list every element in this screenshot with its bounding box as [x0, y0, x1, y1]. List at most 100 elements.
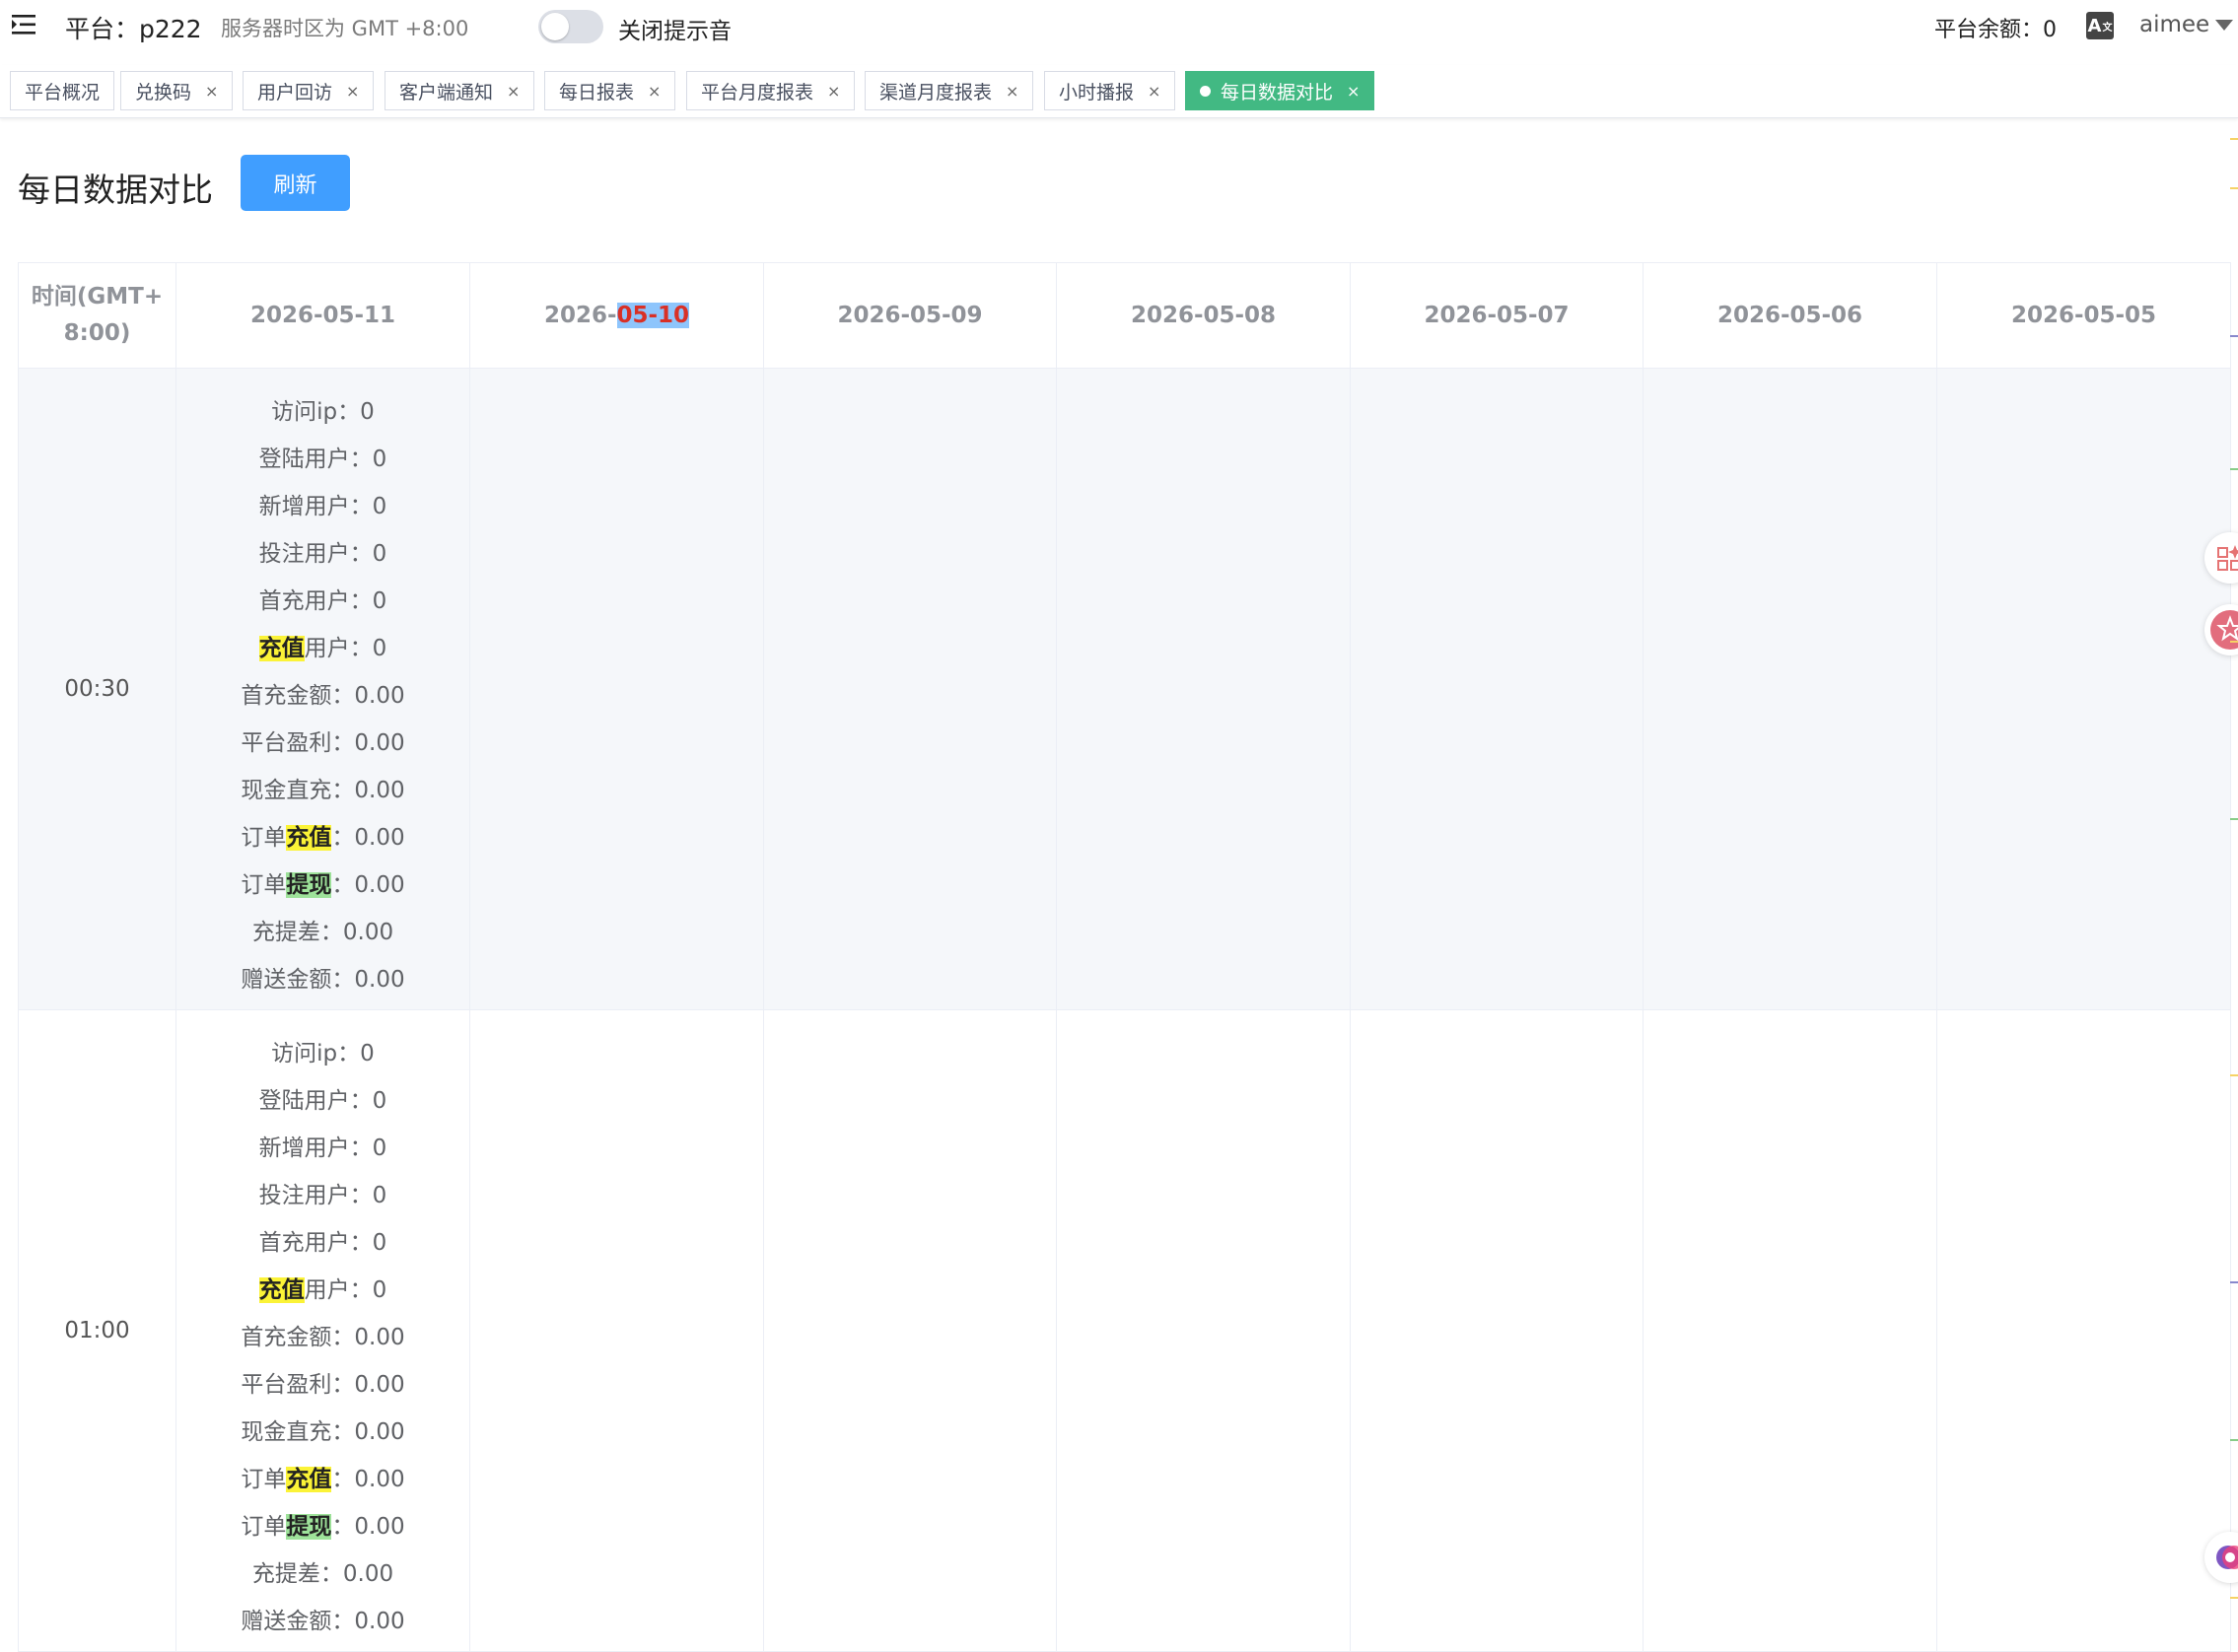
empty-day-cell: [1936, 368, 2231, 1010]
tab-user-revisit[interactable]: 用户回访 ×: [243, 71, 375, 110]
tab-client-notice[interactable]: 客户端通知 ×: [385, 71, 535, 110]
close-icon[interactable]: ×: [346, 82, 359, 101]
stat-value: 0.00: [354, 967, 405, 993]
empty-day-cell: [763, 368, 1057, 1010]
close-icon[interactable]: ×: [827, 82, 840, 101]
stat-value: 0: [360, 1041, 375, 1067]
column-header-date: 2026-05-05: [1936, 262, 2231, 369]
stat-line: 充提差：0.00: [176, 1556, 469, 1604]
stat-label: 登陆用户: [258, 447, 350, 472]
stat-separator: ：: [349, 1183, 373, 1208]
stat-separator: ：: [349, 447, 373, 472]
column-header-date: 2026-05-09: [763, 262, 1057, 369]
stat-separator: ：: [319, 920, 343, 945]
translate-icon[interactable]: A文: [2086, 12, 2114, 39]
stat-separator: ：: [349, 1136, 373, 1161]
switch-knob: [541, 13, 569, 40]
close-icon[interactable]: ×: [205, 82, 218, 101]
empty-day-cell: [1350, 1009, 1644, 1652]
refresh-button[interactable]: 刷新: [241, 155, 350, 211]
tab-label: 用户回访: [257, 81, 333, 103]
time-header-line1: 时间(GMT+: [31, 284, 164, 310]
empty-day-cell: [1643, 1009, 1937, 1652]
stat-separator: ：: [331, 1514, 355, 1540]
user-dropdown[interactable]: aimee: [2139, 12, 2234, 37]
empty-day-cell: [1350, 368, 1644, 1010]
stat-line: 充值用户：0: [176, 631, 469, 678]
stat-value: 0.00: [354, 872, 405, 898]
tab-hourly-broadcast[interactable]: 小时播报 ×: [1044, 71, 1176, 110]
tab-label: 平台概况: [25, 81, 101, 103]
close-icon[interactable]: ×: [1148, 82, 1160, 101]
close-icon[interactable]: ×: [1347, 82, 1360, 101]
stat-value: 0: [372, 1136, 387, 1161]
empty-day-cell: [1056, 368, 1351, 1010]
stat-separator: ：: [349, 494, 373, 519]
stat-value: 0.00: [354, 1325, 405, 1350]
sound-toggle-switch[interactable]: [538, 10, 603, 43]
tab-label: 兑换码: [135, 81, 192, 103]
stat-separator: ：: [331, 1609, 355, 1634]
highlighted-term: 充值: [286, 825, 332, 851]
stat-label: 首充金额: [241, 683, 332, 709]
stat-separator: ：: [331, 967, 355, 993]
stat-value: 0: [372, 1230, 387, 1256]
stat-line: 平台盈利：0.00: [176, 1367, 469, 1414]
close-icon[interactable]: ×: [1006, 82, 1018, 101]
top-navbar: 平台：p222 服务器时区为 GMT +8:00 关闭提示音 平台余额：0 A文…: [0, 0, 2238, 53]
stat-label: 新增用户: [258, 1136, 350, 1161]
username: aimee: [2139, 12, 2210, 37]
stat-separator: ：: [349, 1230, 373, 1256]
tab-daily-data-compare[interactable]: 每日数据对比 ×: [1185, 71, 1375, 110]
scroll-edge-markers: [2230, 128, 2238, 1634]
table-header-row: 时间(GMT+ 8:00) 2026-05-11 2026-05-10 2026…: [18, 262, 2231, 369]
stat-label-prefix: 订单: [241, 825, 287, 851]
stat-line: 首充金额：0.00: [176, 1320, 469, 1367]
stat-value: 0.00: [354, 1372, 405, 1398]
tab-platform-monthly-report[interactable]: 平台月度报表 ×: [686, 71, 856, 110]
stat-separator: ：: [331, 683, 355, 709]
stat-label-prefix: 订单: [241, 1514, 287, 1540]
stat-value: 0.00: [354, 825, 405, 851]
stat-value: 0.00: [354, 1419, 405, 1445]
tab-label: 渠道月度报表: [879, 81, 993, 103]
close-icon[interactable]: ×: [507, 82, 520, 101]
stat-label: 首充用户: [258, 1230, 350, 1256]
selected-text: 05-10: [616, 303, 690, 328]
stat-label: 赠送金额: [241, 967, 332, 993]
platform-label: 平台：p222: [65, 15, 202, 43]
sound-toggle-label: 关闭提示音: [618, 19, 732, 44]
stat-value: 0: [372, 447, 387, 472]
stat-value: 0.00: [342, 1561, 394, 1587]
date-prefix: 2026-: [543, 303, 617, 328]
stat-separator: ：: [331, 778, 355, 803]
stat-separator: ：: [319, 1561, 343, 1587]
column-header-date: 2026-05-06: [1643, 262, 1937, 369]
stat-line: 新增用户：0: [176, 1131, 469, 1178]
stat-value: 0.00: [354, 778, 405, 803]
stat-label: 平台盈利: [241, 730, 332, 756]
menu-toggle-icon[interactable]: [10, 10, 39, 39]
stat-line: 订单提现：0.00: [176, 867, 469, 915]
stat-value: 0: [372, 1277, 387, 1303]
stat-separator: ：: [349, 588, 373, 614]
tab-platform-overview[interactable]: 平台概况: [10, 71, 115, 110]
tab-redeem-code[interactable]: 兑换码 ×: [120, 71, 234, 110]
stat-label: 用户: [304, 1277, 350, 1303]
caret-down-icon: [2215, 19, 2234, 31]
tab-daily-report[interactable]: 每日报表 ×: [544, 71, 676, 110]
tab-label: 每日报表: [559, 81, 635, 103]
tab-channel-monthly-report[interactable]: 渠道月度报表 ×: [865, 71, 1034, 110]
page-title: 每日数据对比: [18, 171, 213, 209]
stat-separator: ：: [349, 636, 373, 661]
stat-line: 登陆用户：0: [176, 1083, 469, 1131]
stat-line: 现金直充：0.00: [176, 773, 469, 820]
highlighted-term: 提现: [286, 1514, 332, 1540]
stat-value: 0.00: [354, 730, 405, 756]
tab-label: 小时播报: [1059, 81, 1135, 103]
stat-label: 充提差: [251, 1561, 320, 1587]
stat-separator: ：: [349, 541, 373, 567]
stat-value: 0.00: [354, 1609, 405, 1634]
close-icon[interactable]: ×: [648, 82, 661, 101]
stat-separator: ：: [349, 1277, 373, 1303]
